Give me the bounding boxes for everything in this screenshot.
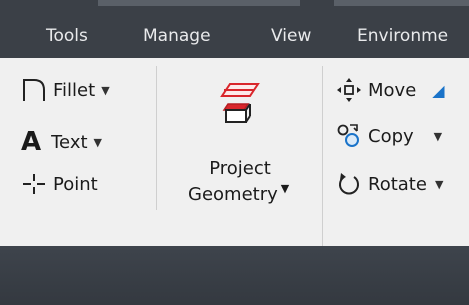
project-geometry-dropdown-icon[interactable]: ▼	[281, 182, 289, 195]
fillet-dropdown-icon[interactable]: ▼	[101, 84, 109, 97]
rotate-label: Rotate	[368, 173, 427, 195]
rotate-button[interactable]: Rotate ▼	[336, 170, 443, 198]
project-geometry-icon	[218, 80, 262, 128]
copy-label: Copy	[368, 125, 414, 147]
copy-button[interactable]: Copy ▼	[336, 122, 442, 150]
menu-view[interactable]: View	[271, 26, 311, 46]
menu-manage[interactable]: Manage	[143, 26, 211, 46]
menu-tab-highlight-2	[334, 0, 469, 6]
menu-tab-highlight	[98, 0, 300, 6]
fillet-button[interactable]: Fillet ▼	[21, 76, 110, 104]
copy-extra-icon: ▼	[433, 129, 443, 143]
point-icon	[21, 171, 47, 197]
group-divider-1	[156, 66, 157, 210]
move-extra-icon: ◢	[432, 80, 445, 100]
copy-icon	[336, 123, 362, 149]
project-geometry-label-line2: Geometry ▼	[188, 182, 298, 210]
move-icon	[336, 77, 362, 103]
ribbon-panel: Fillet ▼ A Text ▼ Point Project Geometry…	[0, 58, 469, 246]
text-a-icon: A	[21, 127, 42, 157]
project-geometry-label-text: Geometry	[188, 184, 278, 205]
point-button[interactable]: Point	[21, 170, 98, 198]
text-label: Text	[51, 131, 88, 153]
menu-tools[interactable]: Tools	[46, 26, 88, 46]
group-divider-2	[322, 66, 323, 246]
point-label: Point	[53, 173, 98, 195]
move-button[interactable]: Move ◢	[336, 76, 445, 104]
rotate-icon	[336, 171, 362, 197]
canvas-area	[0, 246, 469, 305]
menu-environments[interactable]: Environme	[357, 26, 448, 46]
project-geometry-label-line1: Project	[209, 158, 271, 179]
text-button[interactable]: A Text ▼	[21, 127, 102, 157]
fillet-label: Fillet	[53, 79, 96, 101]
rotate-extra-icon: ▼	[434, 177, 444, 191]
text-dropdown-icon[interactable]: ▼	[94, 136, 102, 149]
menu-bar: Tools Manage View Environme	[0, 0, 469, 58]
project-geometry-button[interactable]: Project Geometry ▼	[178, 70, 318, 220]
fillet-icon	[21, 77, 47, 103]
move-label: Move	[368, 79, 417, 101]
